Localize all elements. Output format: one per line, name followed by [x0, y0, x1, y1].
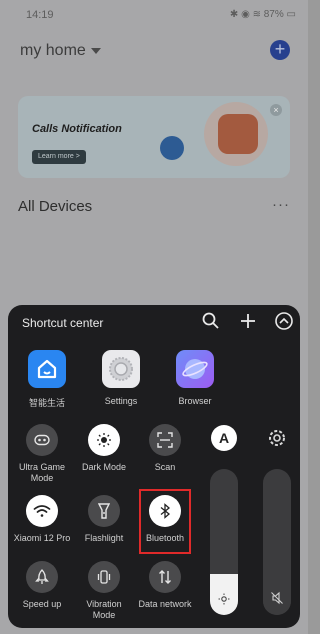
- toggle-label: Vibration Mode: [86, 599, 122, 620]
- rocket-icon: [26, 561, 58, 593]
- app-label: 智能生活: [28, 398, 65, 408]
- collapse-icon[interactable]: [274, 311, 294, 331]
- add-device-button[interactable]: +: [270, 40, 290, 60]
- brightness-slider[interactable]: [210, 469, 238, 615]
- auto-brightness-button[interactable]: A: [211, 425, 237, 451]
- panel-title: Shortcut center: [22, 316, 104, 330]
- smart-life-icon: [28, 350, 66, 388]
- toggle-ultra-game-mode[interactable]: Ultra Game Mode: [12, 424, 72, 484]
- wifi-icon: [26, 495, 58, 527]
- scan-icon: [149, 424, 181, 456]
- settings-icon: [102, 350, 140, 388]
- toggle-dark-mode[interactable]: Dark Mode: [74, 424, 134, 473]
- all-devices-title: All Devices: [18, 198, 93, 215]
- toggle-flashlight[interactable]: Flashlight: [74, 495, 134, 544]
- toggle-label: Data network: [138, 599, 192, 609]
- home-selector[interactable]: my home: [20, 42, 101, 60]
- data-network-icon: [149, 561, 181, 593]
- brightness-icon: [88, 424, 120, 456]
- learn-more-button[interactable]: Learn more >: [32, 150, 86, 164]
- status-bar: 14:19 ✱ ◉ ≋ 87% ▭: [0, 0, 308, 30]
- gear-icon[interactable]: [266, 427, 288, 449]
- app-label: Settings: [104, 396, 138, 406]
- toggle-label: Ultra Game Mode: [18, 462, 65, 483]
- toggle-speed-up[interactable]: Speed up: [12, 561, 72, 610]
- flashlight-icon: [88, 495, 120, 527]
- bluetooth-highlight-box: [139, 489, 191, 554]
- mute-icon: [271, 591, 283, 605]
- browser-icon: [176, 350, 214, 388]
- toggle-scan[interactable]: Scan: [135, 424, 195, 473]
- phone-icon: [218, 114, 258, 154]
- calls-notification-banner[interactable]: Calls Notification Learn more > ×: [18, 96, 290, 178]
- banner-close-icon[interactable]: ×: [270, 104, 282, 116]
- toggle-wifi[interactable]: Xiaomi 12 Pro: [12, 495, 72, 544]
- vibration-icon: [88, 561, 120, 593]
- add-icon[interactable]: [238, 311, 258, 331]
- shortcut-center-panel: Shortcut center 智能生活 Settings Browser Ul…: [8, 305, 300, 628]
- volume-slider[interactable]: [263, 469, 291, 615]
- toggle-label: Dark Mode: [81, 462, 126, 472]
- toggle-label: Flashlight: [84, 533, 124, 543]
- bell-icon: [160, 136, 184, 160]
- search-icon[interactable]: [201, 311, 221, 331]
- app-label: Browser: [178, 396, 212, 406]
- app-browser[interactable]: Browser: [170, 350, 220, 406]
- toggle-label: Scan: [154, 462, 176, 472]
- banner-title: Calls Notification: [32, 123, 122, 135]
- chevron-down-icon: [90, 47, 101, 54]
- toggle-data-network[interactable]: Data network: [135, 561, 195, 610]
- toggle-vibration-mode[interactable]: Vibration Mode: [74, 561, 134, 621]
- toggle-label: Xiaomi 12 Pro: [13, 533, 71, 543]
- status-time: 14:19: [26, 9, 54, 21]
- status-icons: ✱ ◉ ≋ 87% ▭: [229, 9, 296, 20]
- more-options-icon[interactable]: ···: [272, 196, 290, 213]
- gamepad-icon: [26, 424, 58, 456]
- toggle-label: Speed up: [22, 599, 62, 609]
- sun-icon: [218, 593, 230, 605]
- app-settings[interactable]: Settings: [96, 350, 146, 406]
- app-smart-life[interactable]: 智能生活: [22, 350, 72, 409]
- battery-level: 87%: [263, 9, 284, 20]
- home-selector-label: my home: [20, 42, 86, 59]
